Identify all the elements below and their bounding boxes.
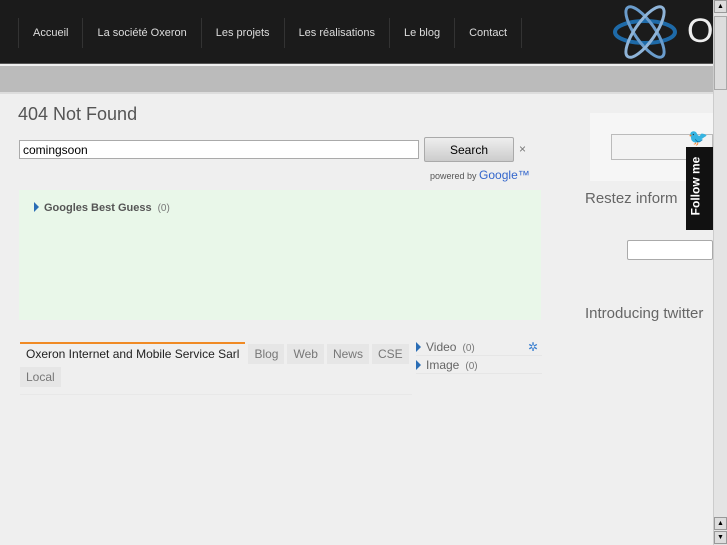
results-tabs: Oxeron Internet and Mobile Service Sarl B… bbox=[20, 342, 412, 395]
scroll-up-arrow-icon[interactable]: ▲ bbox=[714, 517, 727, 530]
sub-banner bbox=[0, 66, 713, 94]
tab-news[interactable]: News bbox=[326, 344, 369, 364]
tab-blog[interactable]: Blog bbox=[248, 344, 285, 364]
nav-blog[interactable]: Le blog bbox=[390, 18, 456, 48]
page-title: 404 Not Found bbox=[18, 104, 138, 124]
expand-triangle-icon bbox=[416, 360, 421, 370]
newsletter-heading: Restez inform bbox=[585, 190, 678, 207]
expand-triangle-icon bbox=[416, 342, 421, 352]
logo-text: O bbox=[687, 12, 714, 50]
side-result-count: (0) bbox=[465, 361, 478, 372]
tab-oxeron[interactable]: Oxeron Internet and Mobile Service Sarl bbox=[20, 342, 246, 364]
bird-icon: 🐦 bbox=[688, 130, 708, 147]
best-guess-panel: Googles Best Guess (0) bbox=[19, 190, 541, 320]
powered-by-google: powered by Google™ bbox=[430, 168, 530, 182]
side-result-label: Video bbox=[426, 340, 457, 354]
vertical-scrollbar[interactable]: ▲ ▲ ▼ bbox=[713, 0, 727, 545]
newsletter-email-input[interactable] bbox=[627, 240, 713, 260]
search-button[interactable]: Search bbox=[424, 137, 514, 162]
nav-accueil[interactable]: Accueil bbox=[19, 18, 84, 48]
logo-atom-icon[interactable] bbox=[612, 4, 682, 60]
nav-societe[interactable]: La société Oxeron bbox=[83, 18, 202, 48]
nav-contact[interactable]: Contact bbox=[455, 18, 523, 48]
gear-icon[interactable]: ✲ bbox=[528, 340, 538, 354]
main-nav: Accueil La société Oxeron Les projets Le… bbox=[18, 18, 523, 48]
tab-local[interactable]: Local bbox=[20, 367, 61, 387]
nav-projets[interactable]: Les projets bbox=[202, 18, 285, 48]
scroll-up-arrow-icon[interactable]: ▲ bbox=[714, 0, 727, 13]
side-result-count: (0) bbox=[462, 343, 475, 354]
best-guess-label: Googles Best Guess bbox=[44, 202, 152, 214]
scroll-down-arrow-icon[interactable]: ▼ bbox=[714, 531, 727, 544]
best-guess-toggle[interactable]: Googles Best Guess (0) bbox=[34, 202, 170, 214]
twitter-heading: Introducing twitter bbox=[585, 305, 704, 322]
expand-triangle-icon bbox=[34, 202, 39, 212]
side-result-label: Image bbox=[426, 358, 460, 372]
side-results: Video (0) Image (0) bbox=[416, 338, 542, 374]
tab-cse[interactable]: CSE bbox=[371, 344, 409, 364]
google-logo: Google™ bbox=[479, 168, 530, 182]
follow-me-label: Follow me bbox=[688, 156, 703, 216]
side-result-video[interactable]: Video (0) bbox=[416, 338, 542, 356]
search-input[interactable] bbox=[19, 140, 419, 159]
header: Accueil La société Oxeron Les projets Le… bbox=[0, 0, 713, 64]
scrollbar-thumb[interactable] bbox=[714, 16, 727, 90]
tab-web[interactable]: Web bbox=[287, 344, 324, 364]
follow-me-tab[interactable]: Follow me bbox=[686, 147, 713, 230]
side-result-image[interactable]: Image (0) bbox=[416, 356, 542, 374]
powered-by-label: powered by bbox=[430, 171, 477, 181]
best-guess-count: (0) bbox=[157, 203, 170, 214]
nav-realisations[interactable]: Les réalisations bbox=[285, 18, 390, 48]
clear-search-icon[interactable]: × bbox=[519, 142, 526, 156]
